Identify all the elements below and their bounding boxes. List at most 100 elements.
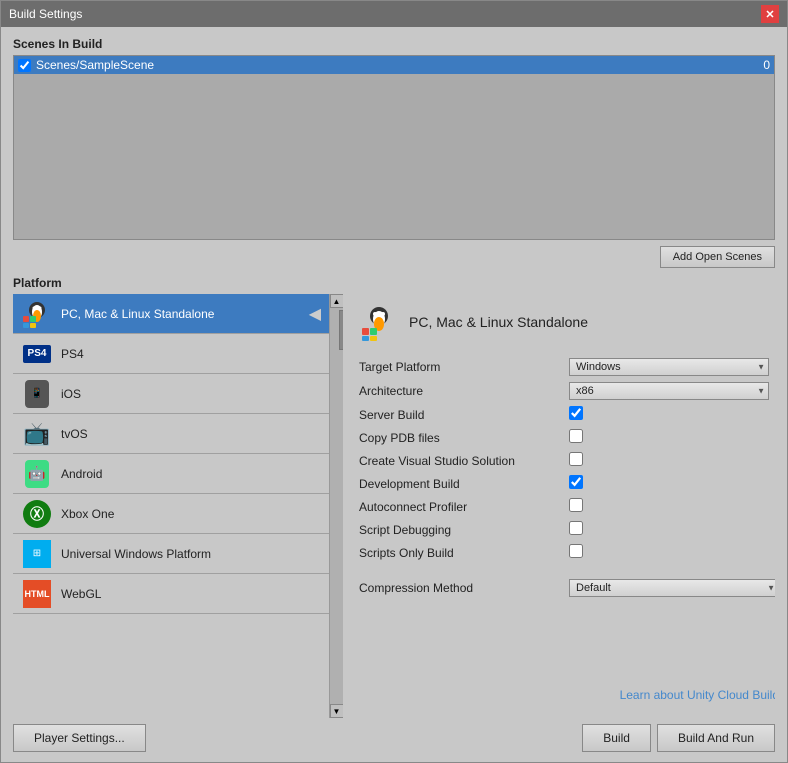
compression-dropdown[interactable]: Default LZ4 LZ4HC — [569, 579, 775, 597]
server-build-checkbox[interactable] — [569, 406, 583, 420]
platform-item-tvos[interactable]: 📺 tvOS — [13, 414, 329, 454]
pc-active-indicator: ◀ — [309, 304, 321, 324]
scrollbar-up-arrow[interactable]: ▲ — [330, 294, 344, 308]
copy-pdb-row: Copy PDB files — [359, 429, 775, 446]
scene-checkbox[interactable] — [18, 59, 31, 72]
scripts-only-value — [569, 544, 775, 561]
ps4-icon: PS4 — [21, 338, 53, 370]
window-body: Scenes In Build Scenes/SampleScene 0 Add… — [1, 27, 787, 762]
ios-icon: 📱 — [21, 378, 53, 410]
add-open-scenes-button[interactable]: Add Open Scenes — [660, 246, 775, 268]
platform-section-label: Platform — [13, 276, 775, 290]
platform-item-uwp[interactable]: ⊞ Universal Windows Platform — [13, 534, 329, 574]
script-debugging-value — [569, 521, 775, 538]
compression-row: Compression Method Default LZ4 LZ4HC — [359, 579, 775, 597]
platform-item-ios[interactable]: 📱 iOS — [13, 374, 329, 414]
pc-platform-name: PC, Mac & Linux Standalone — [61, 307, 309, 321]
scripts-only-label: Scripts Only Build — [359, 546, 569, 560]
xbox-platform-name: Xbox One — [61, 507, 321, 521]
platform-scrollbar: ▲ ▼ — [329, 294, 343, 718]
script-debugging-row: Script Debugging — [359, 521, 775, 538]
build-settings-window: Build Settings ✕ Scenes In Build Scenes/… — [0, 0, 788, 763]
create-vs-checkbox[interactable] — [569, 452, 583, 466]
scrollbar-down-arrow[interactable]: ▼ — [330, 704, 344, 718]
target-platform-dropdown[interactable]: Windows Mac OS X Linux — [569, 358, 769, 376]
copy-pdb-checkbox[interactable] — [569, 429, 583, 443]
compression-dropdown-wrapper: Default LZ4 LZ4HC — [569, 579, 775, 597]
autoconnect-value — [569, 498, 775, 515]
platform-settings-name: PC, Mac & Linux Standalone — [409, 314, 588, 330]
target-platform-value: Windows Mac OS X Linux — [569, 358, 775, 376]
scripts-only-checkbox[interactable] — [569, 544, 583, 558]
platform-settings: PC, Mac & Linux Standalone Target Platfo… — [343, 294, 775, 718]
scripts-only-row: Scripts Only Build — [359, 544, 775, 561]
script-debugging-checkbox[interactable] — [569, 521, 583, 535]
development-build-row: Development Build — [359, 475, 775, 492]
server-build-row: Server Build — [359, 406, 775, 423]
platform-settings-icon — [359, 302, 399, 342]
platform-item-ps4[interactable]: PS4 PS4 — [13, 334, 329, 374]
target-platform-row: Target Platform Windows Mac OS X Linux — [359, 358, 775, 376]
platform-list-container: PC, Mac & Linux Standalone ◀ PS4 PS4 — [13, 294, 343, 718]
bottom-buttons: Player Settings... Build Build And Run — [13, 718, 775, 752]
server-build-value — [569, 406, 775, 423]
architecture-row: Architecture x86 x86_64 x86 + x86_64 (Un… — [359, 382, 775, 400]
platform-item-xbox[interactable]: Ⓧ Xbox One — [13, 494, 329, 534]
scene-index: 0 — [763, 58, 770, 72]
platform-items: PC, Mac & Linux Standalone ◀ PS4 PS4 — [13, 294, 329, 614]
scenes-section-label: Scenes In Build — [13, 37, 775, 51]
autoconnect-row: Autoconnect Profiler — [359, 498, 775, 515]
window-title: Build Settings — [9, 7, 82, 21]
uwp-platform-name: Universal Windows Platform — [61, 547, 321, 561]
player-settings-button[interactable]: Player Settings... — [13, 724, 146, 752]
compression-label: Compression Method — [359, 581, 569, 595]
autoconnect-checkbox[interactable] — [569, 498, 583, 512]
copy-pdb-label: Copy PDB files — [359, 431, 569, 445]
platform-item-webgl[interactable]: HTML WebGL — [13, 574, 329, 614]
script-debugging-label: Script Debugging — [359, 523, 569, 537]
build-button[interactable]: Build — [582, 724, 651, 752]
xbox-icon: Ⓧ — [21, 498, 53, 530]
development-build-checkbox[interactable] — [569, 475, 583, 489]
spacer — [359, 567, 775, 579]
cloud-build-link[interactable]: Learn about Unity Cloud Build — [359, 688, 775, 702]
ios-platform-name: iOS — [61, 387, 321, 401]
scene-name: Scenes/SampleScene — [36, 58, 154, 72]
close-button[interactable]: ✕ — [761, 5, 779, 23]
pc-icon — [21, 298, 53, 330]
tvos-platform-name: tvOS — [61, 427, 321, 441]
autoconnect-label: Autoconnect Profiler — [359, 500, 569, 514]
webgl-icon: HTML — [21, 578, 53, 610]
target-platform-label: Target Platform — [359, 360, 569, 374]
server-build-label: Server Build — [359, 408, 569, 422]
create-vs-row: Create Visual Studio Solution — [359, 452, 775, 469]
bottom-right-buttons: Build Build And Run — [582, 724, 775, 752]
platform-settings-header: PC, Mac & Linux Standalone — [359, 302, 775, 342]
android-platform-name: Android — [61, 467, 321, 481]
architecture-value: x86 x86_64 x86 + x86_64 (Universal) — [569, 382, 775, 400]
platform-scroll-container: PC, Mac & Linux Standalone ◀ PS4 PS4 — [13, 294, 343, 718]
architecture-dropdown-wrapper: x86 x86_64 x86 + x86_64 (Universal) — [569, 382, 769, 400]
build-and-run-button[interactable]: Build And Run — [657, 724, 775, 752]
copy-pdb-value — [569, 429, 775, 446]
uwp-icon: ⊞ — [21, 538, 53, 570]
title-bar: Build Settings ✕ — [1, 1, 787, 27]
settings-spacer — [359, 609, 775, 688]
scene-item[interactable]: Scenes/SampleScene 0 — [14, 56, 774, 74]
tvos-icon: 📺 — [21, 418, 53, 450]
ps4-platform-name: PS4 — [61, 347, 321, 361]
create-vs-label: Create Visual Studio Solution — [359, 454, 569, 468]
platform-item-pc[interactable]: PC, Mac & Linux Standalone ◀ — [13, 294, 329, 334]
scrollbar-thumb[interactable] — [339, 310, 344, 350]
scenes-list: Scenes/SampleScene 0 — [13, 55, 775, 240]
compression-value: Default LZ4 LZ4HC — [569, 579, 775, 597]
platform-area: PC, Mac & Linux Standalone ◀ PS4 PS4 — [13, 294, 775, 718]
webgl-platform-name: WebGL — [61, 587, 321, 601]
target-platform-dropdown-wrapper: Windows Mac OS X Linux — [569, 358, 769, 376]
add-open-scenes-row: Add Open Scenes — [13, 246, 775, 268]
create-vs-value — [569, 452, 775, 469]
platform-item-android[interactable]: 🤖 Android — [13, 454, 329, 494]
development-build-label: Development Build — [359, 477, 569, 491]
architecture-label: Architecture — [359, 384, 569, 398]
architecture-dropdown[interactable]: x86 x86_64 x86 + x86_64 (Universal) — [569, 382, 769, 400]
